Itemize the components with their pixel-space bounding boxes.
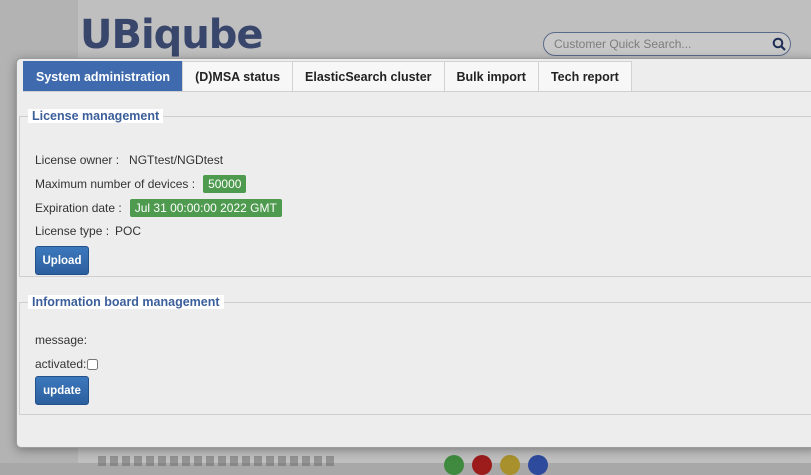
system-admin-dialog: System administration (D)MSA status Elas… — [16, 58, 811, 448]
max-devices-label: Maximum number of devices : — [35, 177, 196, 191]
tab-dmsa-status[interactable]: (D)MSA status — [182, 61, 294, 91]
status-dot-blue — [528, 455, 548, 475]
license-owner-row: License owner : NGTtest/NGDtest — [35, 153, 223, 167]
license-management-section: License management License owner : NGTte… — [19, 109, 811, 277]
activated-checkbox[interactable] — [87, 358, 99, 370]
tab-bar: System administration (D)MSA status Elas… — [23, 61, 811, 92]
message-label: message: — [35, 333, 88, 347]
license-management-title: License management — [28, 109, 164, 123]
tab-label: System administration — [36, 69, 171, 84]
expiration-row: Expiration date : Jul 31 00:00:00 2022 G… — [35, 199, 282, 217]
ubiqube-logo: UBiqube — [80, 12, 264, 58]
max-devices-row: Maximum number of devices : 50000 — [35, 175, 247, 193]
max-devices-badge: 50000 — [203, 175, 247, 193]
license-owner-value: NGTtest/NGDtest — [129, 153, 224, 167]
tab-tech-report[interactable]: Tech report — [537, 61, 632, 91]
tab-elasticsearch-cluster[interactable]: ElasticSearch cluster — [292, 61, 445, 91]
tab-system-administration[interactable]: System administration — [23, 61, 184, 91]
tab-label: ElasticSearch cluster — [305, 69, 432, 84]
license-owner-label: License owner : — [35, 153, 120, 167]
search-icon[interactable] — [768, 33, 790, 55]
tab-bulk-import[interactable]: Bulk import — [443, 61, 539, 91]
license-type-row: License type : POC — [35, 224, 141, 238]
license-type-value: POC — [115, 224, 142, 238]
expiration-label: Expiration date : — [35, 201, 122, 215]
tab-label: Bulk import — [456, 69, 526, 84]
activated-label: activated: — [35, 357, 87, 371]
expiration-badge: Jul 31 00:00:00 2022 GMT — [129, 199, 282, 217]
license-type-label: License type : — [35, 224, 110, 238]
message-row: message: — [35, 333, 87, 347]
tab-label: Tech report — [550, 69, 619, 84]
customer-search-input[interactable] — [544, 37, 768, 51]
status-dot-green — [444, 455, 464, 475]
status-dot-yellow — [500, 455, 520, 475]
activated-row: activated: — [35, 357, 99, 371]
status-dots — [444, 455, 548, 475]
customer-quick-search[interactable] — [543, 32, 791, 56]
information-board-section: Information board management message: ac… — [19, 295, 811, 415]
update-button[interactable]: update — [35, 376, 89, 405]
status-dot-red — [472, 455, 492, 475]
information-board-title: Information board management — [28, 295, 224, 309]
background-text — [98, 456, 338, 466]
upload-button[interactable]: Upload — [35, 246, 89, 275]
tab-label: (D)MSA status — [195, 69, 281, 84]
